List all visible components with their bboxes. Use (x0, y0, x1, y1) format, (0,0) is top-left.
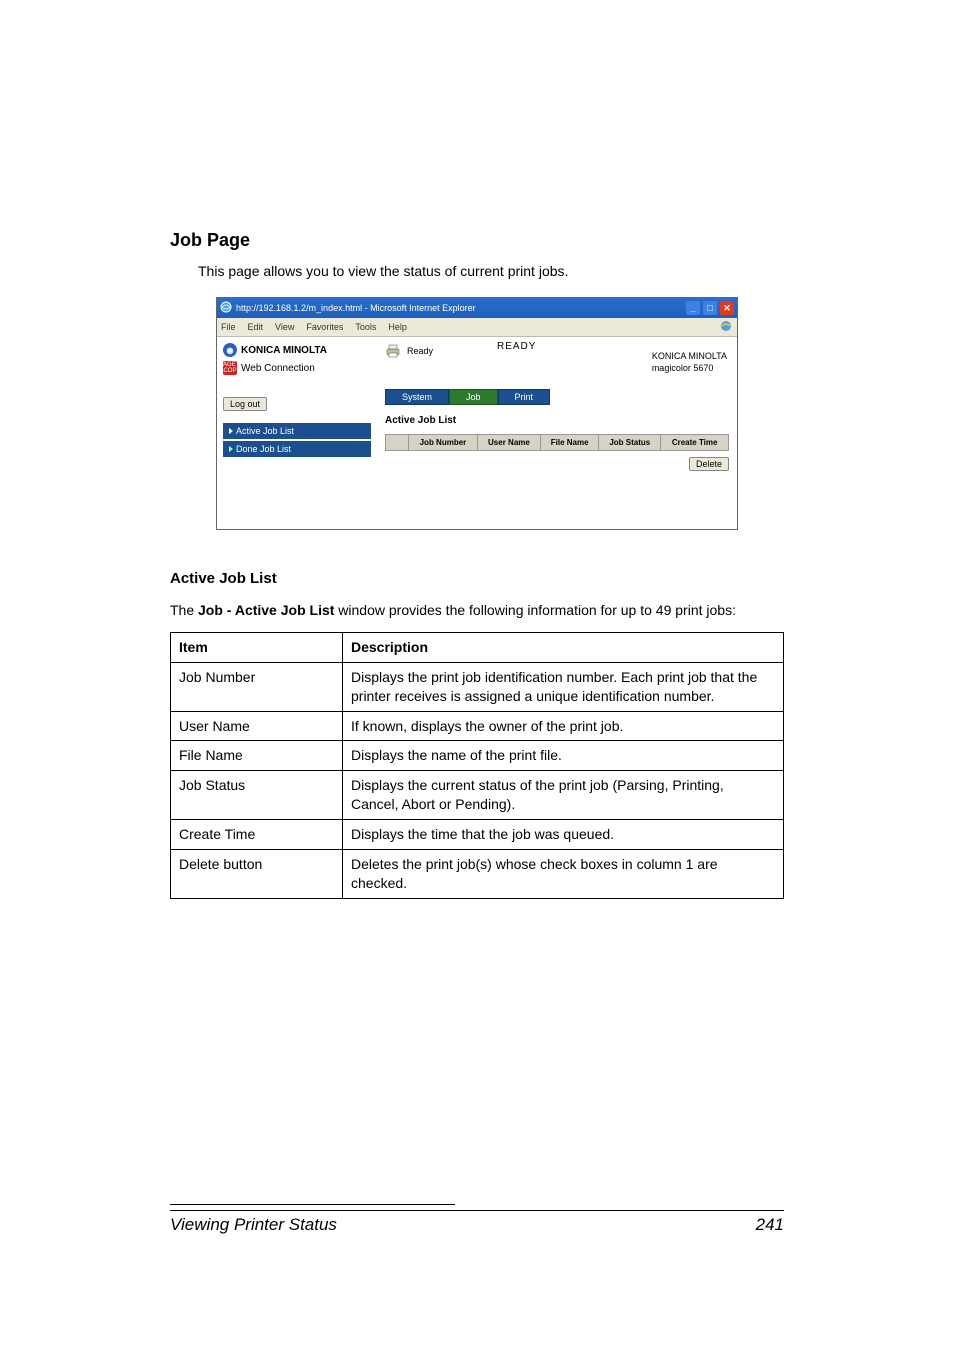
table-row: User Name If known, displays the owner o… (171, 711, 784, 741)
checkbox-column-header (386, 435, 409, 451)
brand-row: ◉ KONICA MINOLTA (223, 343, 371, 357)
brand-text: KONICA MINOLTA (241, 345, 327, 356)
tab-system[interactable]: System (385, 389, 449, 405)
cell-item: Job Number (171, 662, 343, 711)
col-file-name: File Name (540, 435, 598, 451)
table-row: Delete button Deletes the print job(s) w… (171, 850, 784, 899)
cell-item: File Name (171, 741, 343, 771)
job-table: Job Number User Name File Name Job Statu… (385, 434, 729, 451)
intro-text: This page allows you to view the status … (198, 263, 784, 279)
th-item: Item (171, 632, 343, 662)
cell-desc: Displays the time that the job was queue… (343, 820, 784, 850)
table-row: Job Number Displays the print job identi… (171, 662, 784, 711)
sidebar-item-label: Active Job List (236, 426, 294, 436)
brand-logo-icon: ◉ (223, 343, 237, 357)
cell-item: User Name (171, 711, 343, 741)
ie-logo-icon (719, 319, 733, 333)
window-menubar: File Edit View Favorites Tools Help (217, 318, 737, 337)
sidebar: ◉ KONICA MINOLTA PAGE SCOPE Web Connecti… (217, 337, 377, 529)
window-minimize-button[interactable]: _ (686, 301, 700, 315)
model-info: KONICA MINOLTA magicolor 5670 (652, 351, 727, 374)
tab-job[interactable]: Job (449, 389, 498, 405)
cell-desc: Displays the name of the print file. (343, 741, 784, 771)
section-paragraph: The Job - Active Job List window provide… (170, 601, 784, 620)
sidebar-item-done-job-list[interactable]: Done Job List (223, 441, 371, 457)
th-description: Description (343, 632, 784, 662)
pagescope-row: PAGE SCOPE Web Connection (223, 361, 371, 375)
footer-title: Viewing Printer Status (170, 1215, 337, 1235)
para-bold: Job - Active Job List (198, 602, 334, 618)
menu-favorites[interactable]: Favorites (306, 322, 343, 332)
col-user-name: User Name (477, 435, 540, 451)
tab-bar: System Job Print (385, 389, 729, 405)
menu-edit[interactable]: Edit (248, 322, 264, 332)
status-ready-small: Ready (407, 346, 433, 356)
menu-file[interactable]: File (221, 322, 236, 332)
col-job-number: Job Number (409, 435, 478, 451)
model-name: magicolor 5670 (652, 363, 727, 375)
col-job-status: Job Status (599, 435, 661, 451)
window-close-button[interactable]: ✕ (720, 301, 734, 315)
window-maximize-button[interactable]: □ (703, 301, 717, 315)
section-heading: Active Job List (170, 570, 784, 587)
menu-view[interactable]: View (275, 322, 294, 332)
page-heading: Job Page (170, 230, 784, 251)
footer-rule (170, 1204, 455, 1205)
info-table: Item Description Job Number Displays the… (170, 632, 784, 899)
main-panel: Ready READY KONICA MINOLTA magicolor 567… (377, 337, 737, 529)
cell-desc: Displays the print job identification nu… (343, 662, 784, 711)
page-number: 241 (756, 1215, 784, 1235)
page-footer: Viewing Printer Status 241 (170, 1210, 784, 1235)
triangle-icon (229, 446, 233, 452)
para-post: window provides the following informatio… (334, 602, 736, 618)
cell-desc: Displays the current status of the print… (343, 771, 784, 820)
cell-item: Create Time (171, 820, 343, 850)
delete-button[interactable]: Delete (689, 457, 729, 471)
printer-icon (385, 343, 401, 359)
pagescope-text: Web Connection (241, 363, 315, 374)
sidebar-item-label: Done Job List (236, 444, 291, 454)
para-pre: The (170, 602, 198, 618)
col-create-time: Create Time (661, 435, 729, 451)
cell-desc: If known, displays the owner of the prin… (343, 711, 784, 741)
window-titlebar: http://192.168.1.2/m_index.html - Micros… (217, 298, 737, 318)
menu-tools[interactable]: Tools (355, 322, 376, 332)
table-row: Job Status Displays the current status o… (171, 771, 784, 820)
tab-print[interactable]: Print (498, 389, 551, 405)
cell-item: Job Status (171, 771, 343, 820)
triangle-icon (229, 428, 233, 434)
table-row: File Name Displays the name of the print… (171, 741, 784, 771)
window-title: http://192.168.1.2/m_index.html - Micros… (236, 303, 476, 313)
table-row: Create Time Displays the time that the j… (171, 820, 784, 850)
cell-item: Delete button (171, 850, 343, 899)
cell-desc: Deletes the print job(s) whose check box… (343, 850, 784, 899)
panel-title: Active Job List (385, 415, 729, 426)
logout-button[interactable]: Log out (223, 397, 267, 411)
model-brand: KONICA MINOLTA (652, 351, 727, 363)
sidebar-item-active-job-list[interactable]: Active Job List (223, 423, 371, 439)
pagescope-badge-icon: PAGE SCOPE (223, 361, 237, 375)
status-ready-big: READY (497, 341, 536, 352)
screenshot-window: http://192.168.1.2/m_index.html - Micros… (216, 297, 738, 530)
menu-help[interactable]: Help (388, 322, 407, 332)
ie-page-icon (220, 301, 232, 315)
